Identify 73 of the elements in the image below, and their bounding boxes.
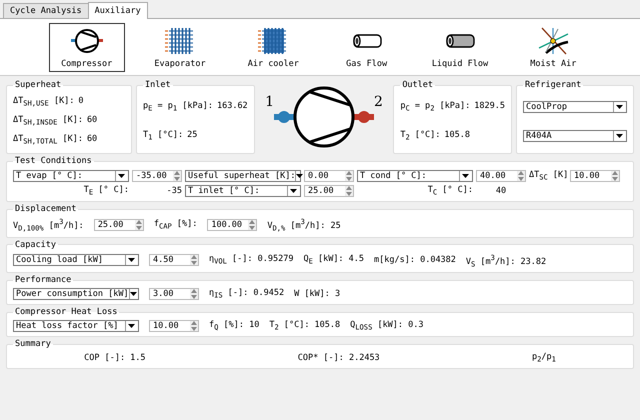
field-label: T$_{2}$ [°C]: 105.8 bbox=[269, 320, 340, 332]
dropdown[interactable]: Cooling load [kW] bbox=[13, 254, 139, 266]
field-label: η$_{IS}$ [-]: 0.9452 bbox=[209, 288, 284, 300]
result-text: COP [-]: 1.5 bbox=[84, 352, 146, 363]
spin-box[interactable]: 10.00 bbox=[570, 170, 620, 182]
value-text: 60 bbox=[86, 134, 98, 144]
value-text: -35 bbox=[166, 186, 182, 196]
group-title: Inlet bbox=[144, 80, 172, 90]
spin-box[interactable]: 100.00 bbox=[207, 218, 258, 231]
value-text: 163.62 bbox=[216, 100, 248, 111]
field-label: T$_{E}$ [° C]: bbox=[82, 185, 129, 197]
dropdown[interactable]: CoolProp bbox=[523, 100, 627, 112]
field-label: m[kg/s]: 0.04382 bbox=[374, 255, 456, 266]
dropdown[interactable]: T inlet [° C]: bbox=[185, 185, 301, 197]
field-label: V$_{D,100%}$ [m$^{3}$/h]: bbox=[13, 217, 84, 233]
tool-button[interactable]: Evaporator bbox=[142, 22, 218, 72]
spin-box[interactable]: 25.00 bbox=[304, 185, 354, 197]
group-title: Compressor Heat Loss bbox=[14, 307, 118, 318]
spin-box[interactable]: 40.00 bbox=[476, 170, 526, 182]
dropdown[interactable]: R404A bbox=[523, 130, 627, 142]
value-text: 60 bbox=[86, 115, 98, 126]
field-label: T$_{C}$ [° C]: bbox=[426, 185, 473, 197]
tool-button[interactable]: Moist Air bbox=[515, 22, 592, 72]
dropdown[interactable]: T cond [° C]: bbox=[357, 170, 473, 182]
inlet-number: 1 bbox=[265, 94, 274, 110]
field-label: ΔT$_{SH,INSDE}$ [K]: bbox=[13, 115, 83, 127]
dropdown[interactable]: Power consumption [kW] bbox=[13, 288, 139, 300]
field-label: Q$_{LOSS}$ [kW]: 0.3 bbox=[350, 320, 424, 332]
field-label: f$_{CAP}$ [%]: bbox=[154, 218, 198, 231]
field-label: ΔT$_{SH,TOTAL}$ [K]: bbox=[13, 134, 83, 146]
result-text: p$_{2}$/p$_{1}$ bbox=[532, 352, 556, 364]
dropdown[interactable]: Useful superheat [K]: bbox=[185, 170, 301, 182]
dropdown[interactable]: T evap [° C]: bbox=[13, 170, 129, 182]
tool-button[interactable]: Gas Flow bbox=[328, 22, 405, 72]
field-label: ΔT$_{SC}$ [K] bbox=[529, 170, 567, 182]
result-text: COP* [-]: 2.2453 bbox=[298, 352, 380, 363]
group-title: Summary bbox=[14, 339, 52, 350]
value-text: 0 bbox=[78, 96, 84, 106]
spin-box[interactable]: 25.00 bbox=[94, 218, 144, 231]
group-title: Performance bbox=[14, 275, 72, 286]
field-label: Q$_{E}$ [kW]: 4.5 bbox=[303, 254, 364, 266]
tab[interactable]: Cycle Analysis bbox=[3, 3, 89, 18]
spin-box[interactable]: 3.00 bbox=[149, 288, 199, 300]
field-label: V$_{D,%}$ [m$^{3}$/h]: 25 bbox=[267, 217, 341, 233]
field-label: p$_{C}$ = p$_{2}$ [kPa]: bbox=[400, 100, 470, 112]
field-label: η$_{VOL}$ [-]: 0.95279 bbox=[209, 254, 294, 266]
field-label: T$_{1}$ [°C]: bbox=[143, 130, 184, 142]
field-label: p$_{E}$ = p$_{1}$ [kPa]: bbox=[143, 100, 213, 112]
value-text: 40 bbox=[494, 186, 508, 196]
field-label: T$_{2}$ [°C]: bbox=[400, 130, 440, 142]
tool-button[interactable]: Compressor bbox=[48, 22, 125, 72]
tab[interactable]: Auxiliary bbox=[88, 2, 148, 19]
value-text: 25 bbox=[187, 130, 198, 140]
tool-button[interactable]: Liquid Flow bbox=[422, 22, 498, 72]
spin-box[interactable]: 0.00 bbox=[304, 170, 354, 182]
group-title: Superheat bbox=[14, 80, 62, 90]
value-text: 1829.5 bbox=[474, 100, 505, 111]
field-label: ΔT$_{SH,USE}$ [K]: bbox=[13, 96, 74, 108]
field-label: W [kW]: 3 bbox=[294, 289, 340, 300]
group-title: Refrigerant bbox=[524, 80, 582, 90]
group-title: Capacity bbox=[14, 240, 57, 250]
group-title: Displacement bbox=[14, 204, 78, 214]
field-label: V$_{S}$ [m$^{3}$/h]: 23.82 bbox=[466, 252, 546, 268]
spin-box[interactable]: -35.00 bbox=[132, 170, 182, 182]
group-title: Outlet bbox=[401, 80, 434, 90]
group-title: Test Conditions bbox=[14, 156, 93, 166]
field-label: f$_{Q}$ [%]: 10 bbox=[209, 320, 260, 332]
spin-box[interactable]: 10.00 bbox=[149, 320, 199, 332]
dropdown[interactable]: Heat loss factor [%] bbox=[13, 320, 139, 332]
value-text: 105.8 bbox=[444, 130, 470, 140]
spin-box[interactable]: 4.50 bbox=[149, 254, 199, 266]
outlet-number: 2 bbox=[374, 94, 383, 110]
tool-button[interactable]: Air cooler bbox=[235, 22, 312, 72]
